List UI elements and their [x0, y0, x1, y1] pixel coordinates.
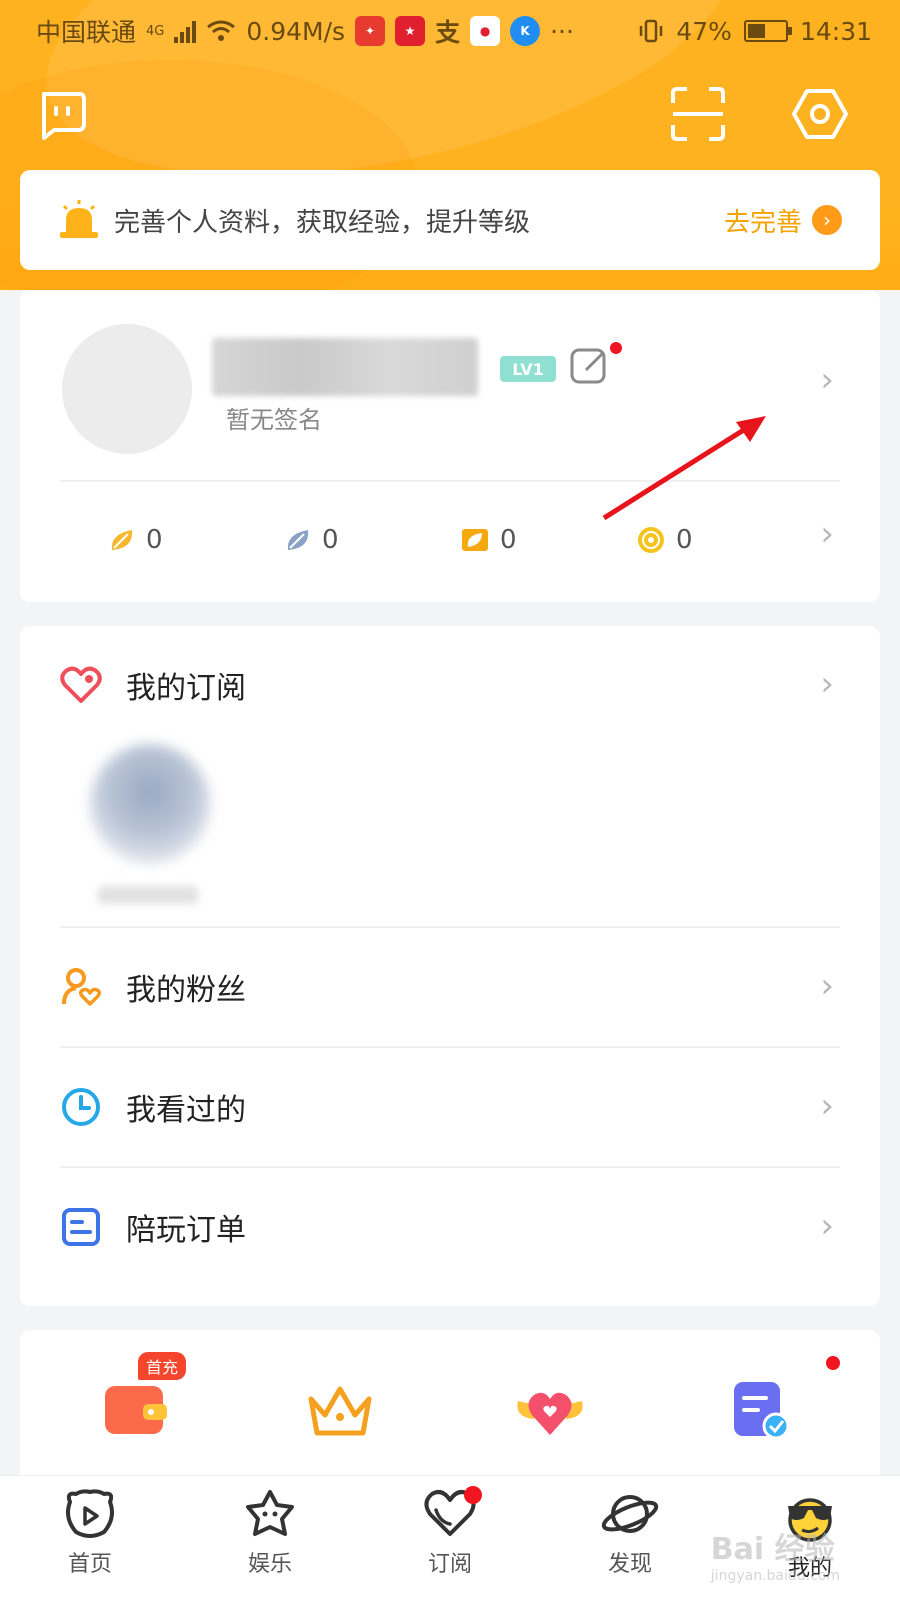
first-recharge-badge: 首充 [138, 1352, 187, 1380]
winged-heart-icon [517, 1392, 583, 1435]
vibrate-icon [640, 19, 663, 43]
stats-row[interactable]: 0 0 0 0 [20, 510, 880, 570]
stat-coin[interactable]: 0 [636, 525, 812, 555]
menu-label: 陪玩订单 [126, 1213, 246, 1248]
wallet-icon [105, 1386, 167, 1434]
tab-label: 首页 [67, 1552, 112, 1577]
vip-shortcut[interactable] [300, 1370, 380, 1450]
tab-discover[interactable]: 发现 [540, 1476, 720, 1600]
stat-value: 0 [322, 525, 339, 555]
app-notification-icon: ✦ [355, 16, 386, 46]
k-app-icon: K [510, 16, 541, 46]
star-icon [246, 1490, 294, 1536]
tasks-shortcut[interactable] [720, 1370, 800, 1450]
coin-icon [638, 527, 664, 553]
signal-icon [174, 19, 197, 43]
alipay-icon: 支 [435, 18, 461, 47]
complete-profile-link[interactable]: 去完善 › [724, 202, 842, 239]
bell-icon [60, 200, 98, 238]
battery-icon [743, 20, 792, 42]
stat-blue-leaf[interactable]: 0 [284, 525, 460, 555]
subscription-name-blurred [98, 886, 198, 904]
stat-ticket[interactable]: 0 [460, 525, 636, 555]
complete-profile-label: 去完善 [723, 207, 802, 238]
stat-value: 0 [676, 525, 693, 555]
map-pin-icon: ● [470, 16, 501, 46]
chevron-right-icon: › [820, 966, 834, 1006]
leaf-gold-icon [111, 530, 133, 550]
chevron-right-icon[interactable]: › [820, 360, 834, 400]
menu-item-history[interactable]: 我看过的 › [20, 1048, 880, 1166]
edit-icon[interactable] [568, 342, 612, 386]
order-icon [62, 1208, 100, 1246]
promo-card: 首充 [20, 1330, 880, 1490]
menu-card: 我的订阅 › 我的粉丝 › 我看过的 › 陪玩订单 › [20, 626, 880, 1306]
watermark-url: jingyan.baidu.com [710, 1568, 840, 1584]
planet-icon [601, 1495, 659, 1533]
leaf-blue-icon [287, 530, 309, 550]
signature-text: 暂无签名 [226, 406, 322, 434]
stat-gold-leaf[interactable]: 0 [108, 525, 284, 555]
clock-icon [62, 1088, 100, 1126]
chevron-right-icon: › [820, 1206, 834, 1246]
menu-label: 我的粉丝 [126, 973, 246, 1008]
level-badge: LV1 [500, 356, 556, 382]
network-label: 4G [146, 23, 165, 39]
fans-icon [62, 968, 102, 1006]
profile-completion-banner[interactable]: 完善个人资料，获取经验，提升等级 去完善 › [20, 170, 880, 270]
settings-icon[interactable] [790, 84, 850, 144]
document-check-icon [734, 1382, 790, 1440]
battery-percent: 47% [676, 16, 732, 46]
favor-shortcut[interactable] [510, 1370, 590, 1450]
stat-value: 0 [146, 525, 163, 555]
tab-label: 订阅 [427, 1552, 472, 1577]
message-icon[interactable] [32, 84, 92, 144]
tab-home[interactable]: 首页 [0, 1476, 180, 1600]
stat-value: 0 [500, 525, 517, 555]
tab-entertainment[interactable]: 娱乐 [180, 1476, 360, 1600]
clock: 14:31 [799, 16, 872, 46]
chevron-right-icon: › [820, 664, 834, 704]
menu-item-fans[interactable]: 我的粉丝 › [20, 928, 880, 1046]
notification-dot [826, 1356, 840, 1370]
menu-label: 我的订阅 [126, 671, 246, 706]
more-icon: ··· [550, 16, 574, 46]
app-notification-icon: ★ [395, 16, 426, 46]
wallet-shortcut[interactable] [96, 1370, 176, 1450]
profile-card: LV1 暂无签名 › 0 0 0 0 › [20, 290, 880, 602]
watermark: Bai 经验 jingyan.baidu.com [711, 1524, 840, 1584]
divider [60, 480, 840, 482]
username-blurred [212, 338, 478, 396]
scan-icon[interactable] [668, 84, 728, 144]
crown-icon [308, 1386, 372, 1436]
menu-item-subscriptions[interactable]: 我的订阅 › [20, 626, 880, 744]
subscription-thumbnail[interactable] [90, 744, 210, 864]
ticket-icon [462, 529, 488, 551]
tab-label: 发现 [607, 1552, 652, 1577]
notification-dot [464, 1486, 482, 1504]
status-bar: 中国联通 4G 0.94M/s ✦ ★ 支 ● K ··· 47% 14:31 [0, 0, 900, 62]
menu-label: 我看过的 [126, 1093, 246, 1128]
avatar[interactable] [62, 324, 192, 454]
menu-item-companion-orders[interactable]: 陪玩订单 › [20, 1168, 880, 1286]
wifi-icon [207, 20, 236, 41]
tab-label: 娱乐 [247, 1552, 292, 1577]
chevron-right-icon[interactable]: › [820, 514, 834, 554]
notification-dot [610, 342, 622, 354]
network-speed: 0.94M/s [246, 16, 346, 46]
watermark-brand: Bai 经验 [710, 1532, 835, 1567]
banner-text: 完善个人资料，获取经验，提升等级 [114, 207, 531, 238]
arrow-right-icon: › [812, 205, 842, 235]
heart-icon [60, 666, 102, 703]
carrier-label: 中国联通 [36, 18, 137, 47]
tab-subscribe[interactable]: 订阅 [360, 1476, 540, 1600]
chevron-right-icon: › [820, 1086, 834, 1126]
home-play-icon [66, 1489, 114, 1538]
